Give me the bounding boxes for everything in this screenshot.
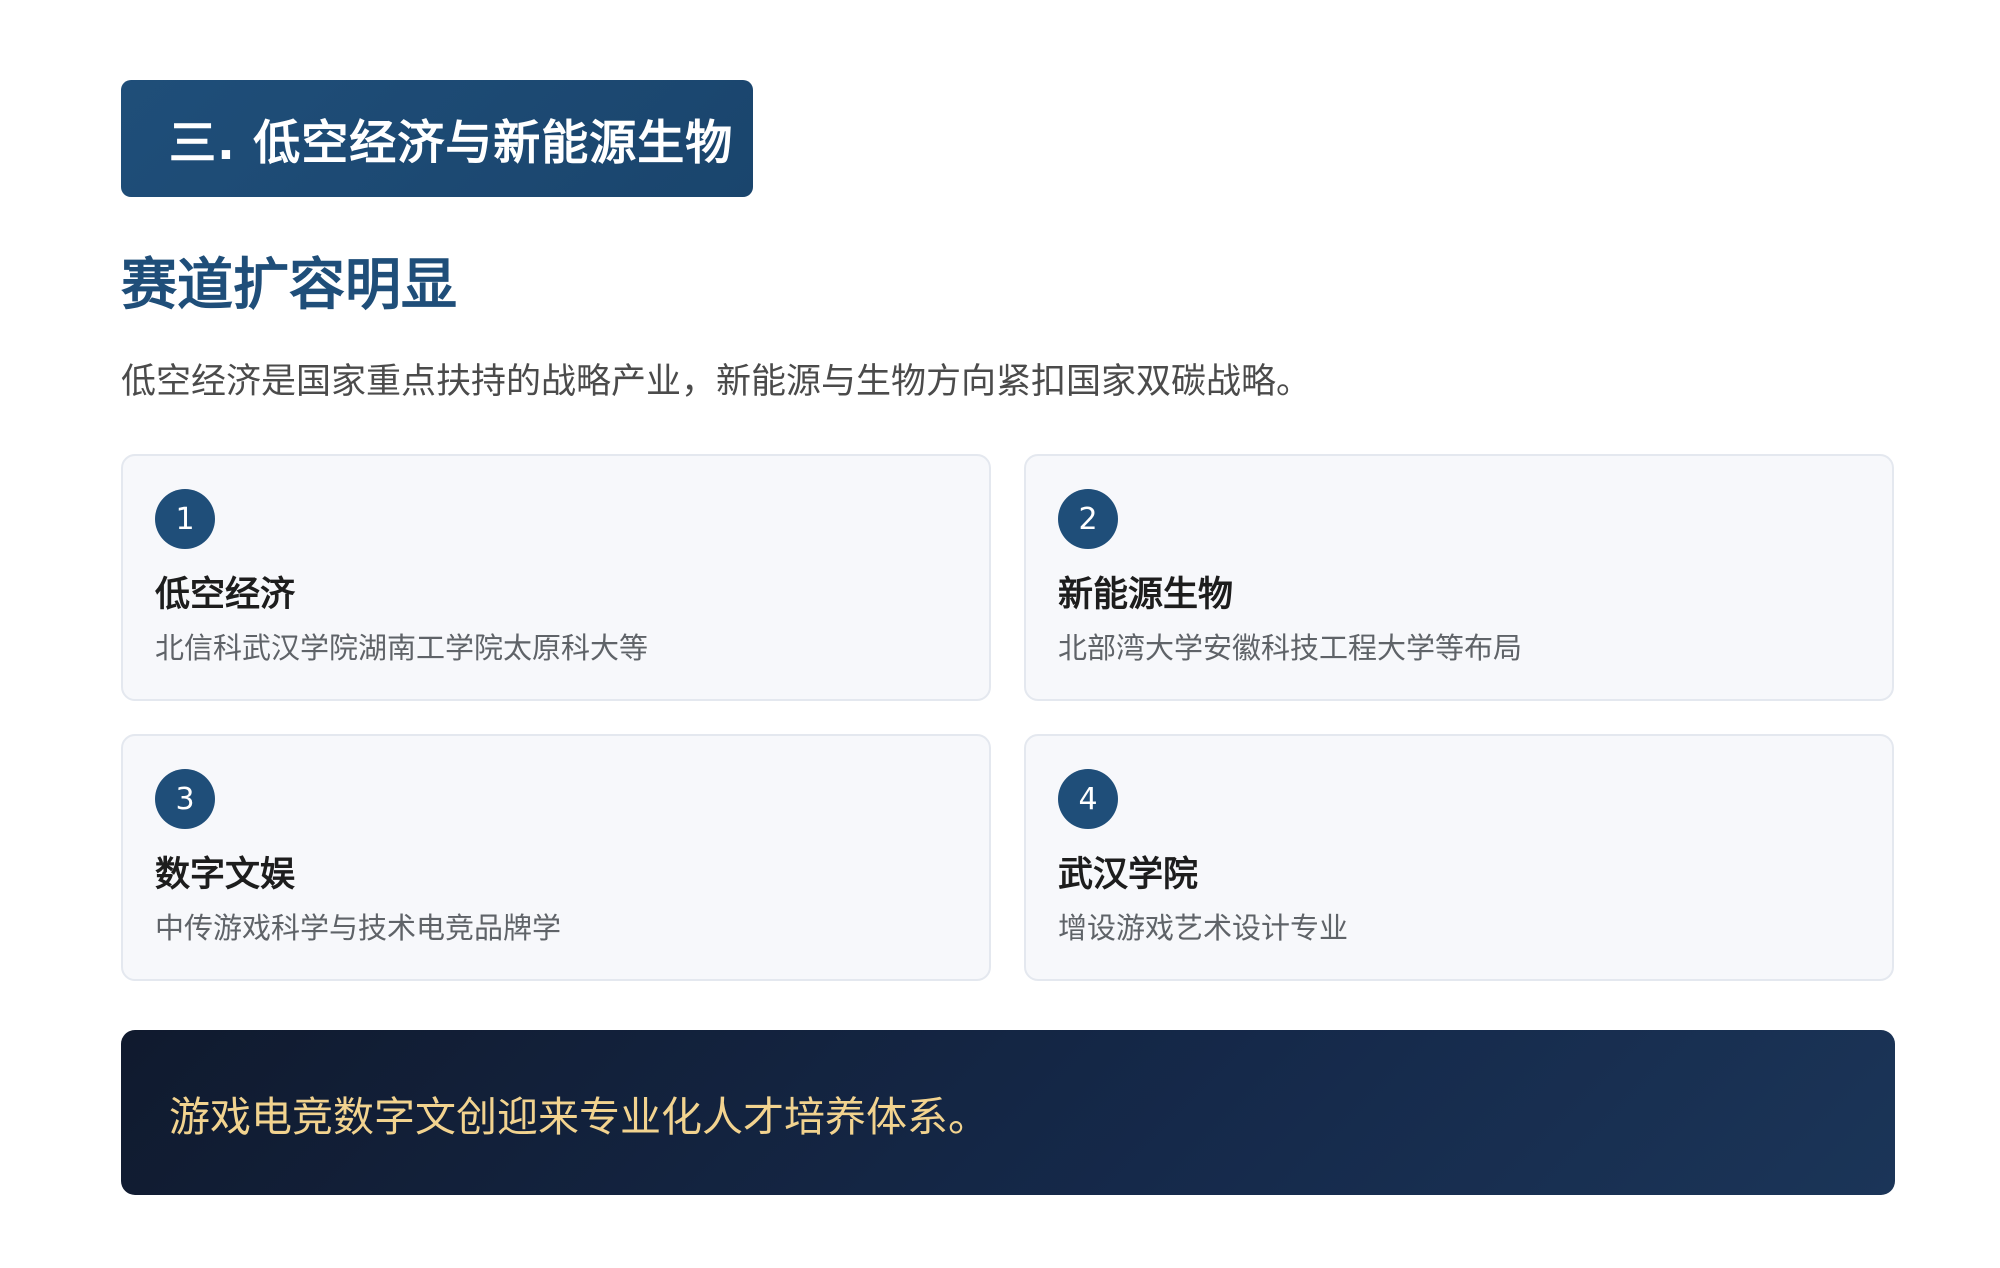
number-badge: 1 <box>155 489 215 549</box>
info-card-digital-entertainment: 3 数字文娱 中传游戏科学与技术电竞品牌学 <box>121 734 991 981</box>
number-badge: 4 <box>1058 769 1118 829</box>
card-description: 中传游戏科学与技术电竞品牌学 <box>155 911 562 945</box>
number-badge: 3 <box>155 769 215 829</box>
intro-text: 低空经济是国家重点扶持的战略产业，新能源与生物方向紧扣国家双碳战略。 <box>121 362 1312 402</box>
card-description: 增设游戏艺术设计专业 <box>1058 911 1349 945</box>
info-card-wuhan-college: 4 武汉学院 增设游戏艺术设计专业 <box>1024 734 1894 981</box>
summary-banner: 游戏电竞数字文创迎来专业化人才培养体系。 <box>121 1030 1895 1195</box>
card-title: 数字文娱 <box>155 855 296 895</box>
card-title: 低空经济 <box>155 575 296 615</box>
card-description: 北部湾大学安徽科技工程大学等布局 <box>1058 631 1523 665</box>
summary-banner-text: 游戏电竞数字文创迎来专业化人才培养体系。 <box>169 1092 989 1141</box>
section-badge-text: 三. 低空经济与新能源生物 <box>169 116 734 171</box>
section-badge: 三. 低空经济与新能源生物 <box>121 80 753 197</box>
info-card-new-energy-bio: 2 新能源生物 北部湾大学安徽科技工程大学等布局 <box>1024 454 1894 701</box>
number-badge: 2 <box>1058 489 1118 549</box>
card-title: 新能源生物 <box>1058 575 1234 615</box>
card-title: 武汉学院 <box>1058 855 1199 895</box>
info-card-low-altitude: 1 低空经济 北信科武汉学院湖南工学院太原科大等 <box>121 454 991 701</box>
card-description: 北信科武汉学院湖南工学院太原科大等 <box>155 631 649 665</box>
page-heading: 赛道扩容明显 <box>121 253 457 318</box>
